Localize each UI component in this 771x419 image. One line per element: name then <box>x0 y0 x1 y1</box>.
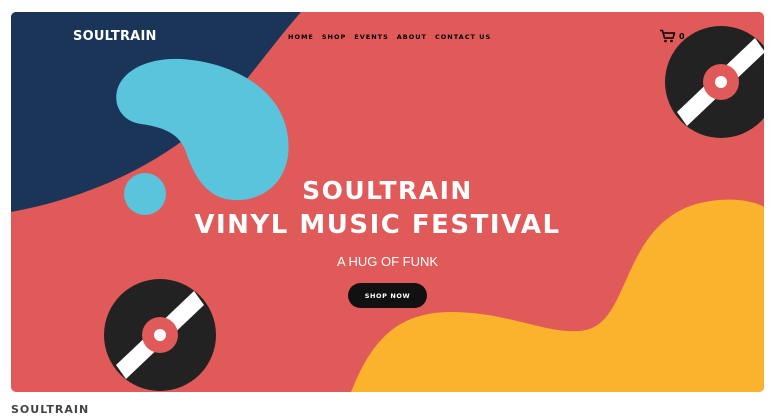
nav-events[interactable]: EVENTS <box>354 33 388 41</box>
hero-banner: SOULTRAIN HOME SHOP EVENTS ABOUT CONTACT… <box>11 12 764 392</box>
site-title-caption: SOULTRAIN <box>11 403 90 416</box>
hero-title-line1: SOULTRAIN <box>302 176 473 205</box>
nav-about[interactable]: ABOUT <box>397 33 427 41</box>
nav-shop[interactable]: SHOP <box>322 33 346 41</box>
vinyl-record-icon <box>104 279 216 391</box>
hero-subtitle: A HUG OF FUNK <box>336 254 439 269</box>
hero-title-line2: VINYL MUSIC FESTIVAL <box>194 210 561 240</box>
nav-contact-us[interactable]: CONTACT US <box>435 33 491 41</box>
nav-home[interactable]: HOME <box>288 33 314 41</box>
cart-icon <box>660 29 676 43</box>
shop-now-button[interactable]: SHOP NOW <box>348 283 427 308</box>
brand-logo[interactable]: SOULTRAIN <box>73 29 157 44</box>
cart-count: 0 <box>679 31 685 41</box>
cart-button[interactable]: 0 <box>659 29 685 43</box>
main-nav: HOME SHOP EVENTS ABOUT CONTACT US <box>288 33 491 41</box>
